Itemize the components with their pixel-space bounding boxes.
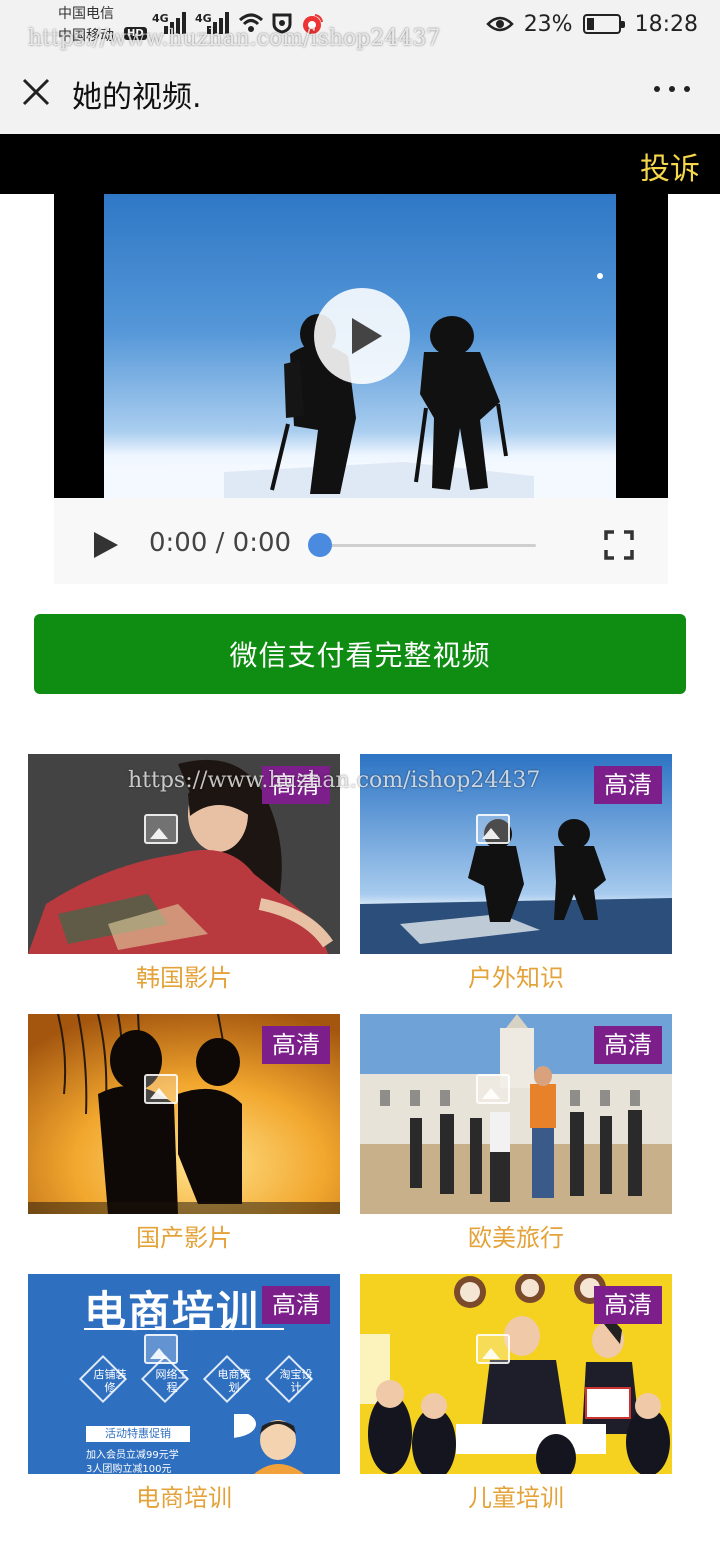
hd-badge: 高清 xyxy=(262,766,330,804)
play-button-overlay[interactable] xyxy=(314,288,410,384)
thumbnail-line: 加入会员立减99元学 xyxy=(86,1450,179,1461)
carrier-2: 中国移动 xyxy=(58,28,114,44)
time-display: 0:00 / 0:00 xyxy=(149,528,292,558)
video-card[interactable]: 高清 国产影片 xyxy=(28,1014,340,1266)
hd-badge: 高清 xyxy=(262,1026,330,1064)
video-title: 韩国影片 xyxy=(136,964,232,992)
battery-icon xyxy=(582,14,625,34)
carrier-1: 中国电信 xyxy=(58,6,114,22)
battery-percent: 23% xyxy=(523,11,573,37)
image-placeholder-icon xyxy=(144,1074,178,1104)
video-card[interactable]: 高清 韩国影片 xyxy=(28,754,340,1006)
cartoon-figure xyxy=(234,1414,304,1474)
image-placeholder-icon xyxy=(476,1074,510,1104)
video-card[interactable]: 高清 户外知识 xyxy=(360,754,672,1006)
image-placeholder-icon xyxy=(144,1334,178,1364)
hd-badge: 高清 xyxy=(594,1286,662,1324)
image-placeholder-icon xyxy=(144,814,178,844)
carrier-info: 中国电信 中国移动 xyxy=(58,3,114,47)
image-placeholder-icon xyxy=(476,814,510,844)
thumbnail-promo: 活动特惠促销 xyxy=(86,1426,190,1442)
play-icon[interactable] xyxy=(94,532,118,558)
video-title: 户外知识 xyxy=(468,964,564,992)
thumbnail-tag: 店铺装修 xyxy=(93,1368,127,1394)
wechat-pay-button[interactable]: 微信支付看完整视频 xyxy=(34,614,686,694)
image-placeholder-icon xyxy=(476,1334,510,1364)
video-card[interactable]: 电商培训 店铺装修 网络工程 电商策划 淘宝设计 活动特惠促销 加入会员立减99… xyxy=(28,1274,340,1526)
progress-handle[interactable] xyxy=(308,533,332,557)
video-title: 儿童培训 xyxy=(468,1484,564,1512)
weibo-app-icon xyxy=(303,14,323,34)
close-icon[interactable] xyxy=(18,74,54,110)
thumbnail-tag: 电商策划 xyxy=(217,1368,251,1394)
fullscreen-icon[interactable] xyxy=(604,530,634,560)
video-card[interactable]: 高清 儿童培训 xyxy=(360,1274,672,1526)
signal-icon xyxy=(164,12,190,34)
video-title: 电商培训 xyxy=(136,1484,232,1512)
page-title: 她的视频. xyxy=(72,80,202,115)
status-bar: 中国电信 中国移动 4G 4G HD 23% 18:28 xyxy=(0,0,720,50)
thumbnail-tag: 淘宝设计 xyxy=(279,1368,313,1394)
progress-track[interactable] xyxy=(320,544,536,547)
eye-icon xyxy=(485,16,514,32)
shield-app-icon xyxy=(272,13,292,34)
hd-badge: 高清 xyxy=(594,766,662,804)
thumbnail-tag: 网络工程 xyxy=(155,1368,189,1394)
clock: 18:28 xyxy=(634,11,698,37)
complaint-bar: 投诉 xyxy=(0,134,720,194)
status-right-group: 23% 18:28 xyxy=(485,9,698,39)
video-controls: 0:00 / 0:00 xyxy=(54,498,668,584)
hd-voice-icon: HD xyxy=(124,27,147,40)
more-menu-icon[interactable] xyxy=(654,86,690,96)
thumbnail-line: 3人团购立减100元 xyxy=(86,1464,172,1474)
video-title: 欧美旅行 xyxy=(468,1224,564,1252)
hd-badge: 高清 xyxy=(262,1286,330,1324)
video-title: 国产影片 xyxy=(136,1224,232,1252)
signal-icon xyxy=(207,12,233,34)
complaint-link[interactable]: 投诉 xyxy=(640,144,700,188)
video-card[interactable]: 高清 欧美旅行 xyxy=(360,1014,672,1266)
hd-badge: 高清 xyxy=(594,1026,662,1064)
wifi-icon xyxy=(238,13,264,32)
nav-bar: 她的视频. xyxy=(0,50,720,134)
